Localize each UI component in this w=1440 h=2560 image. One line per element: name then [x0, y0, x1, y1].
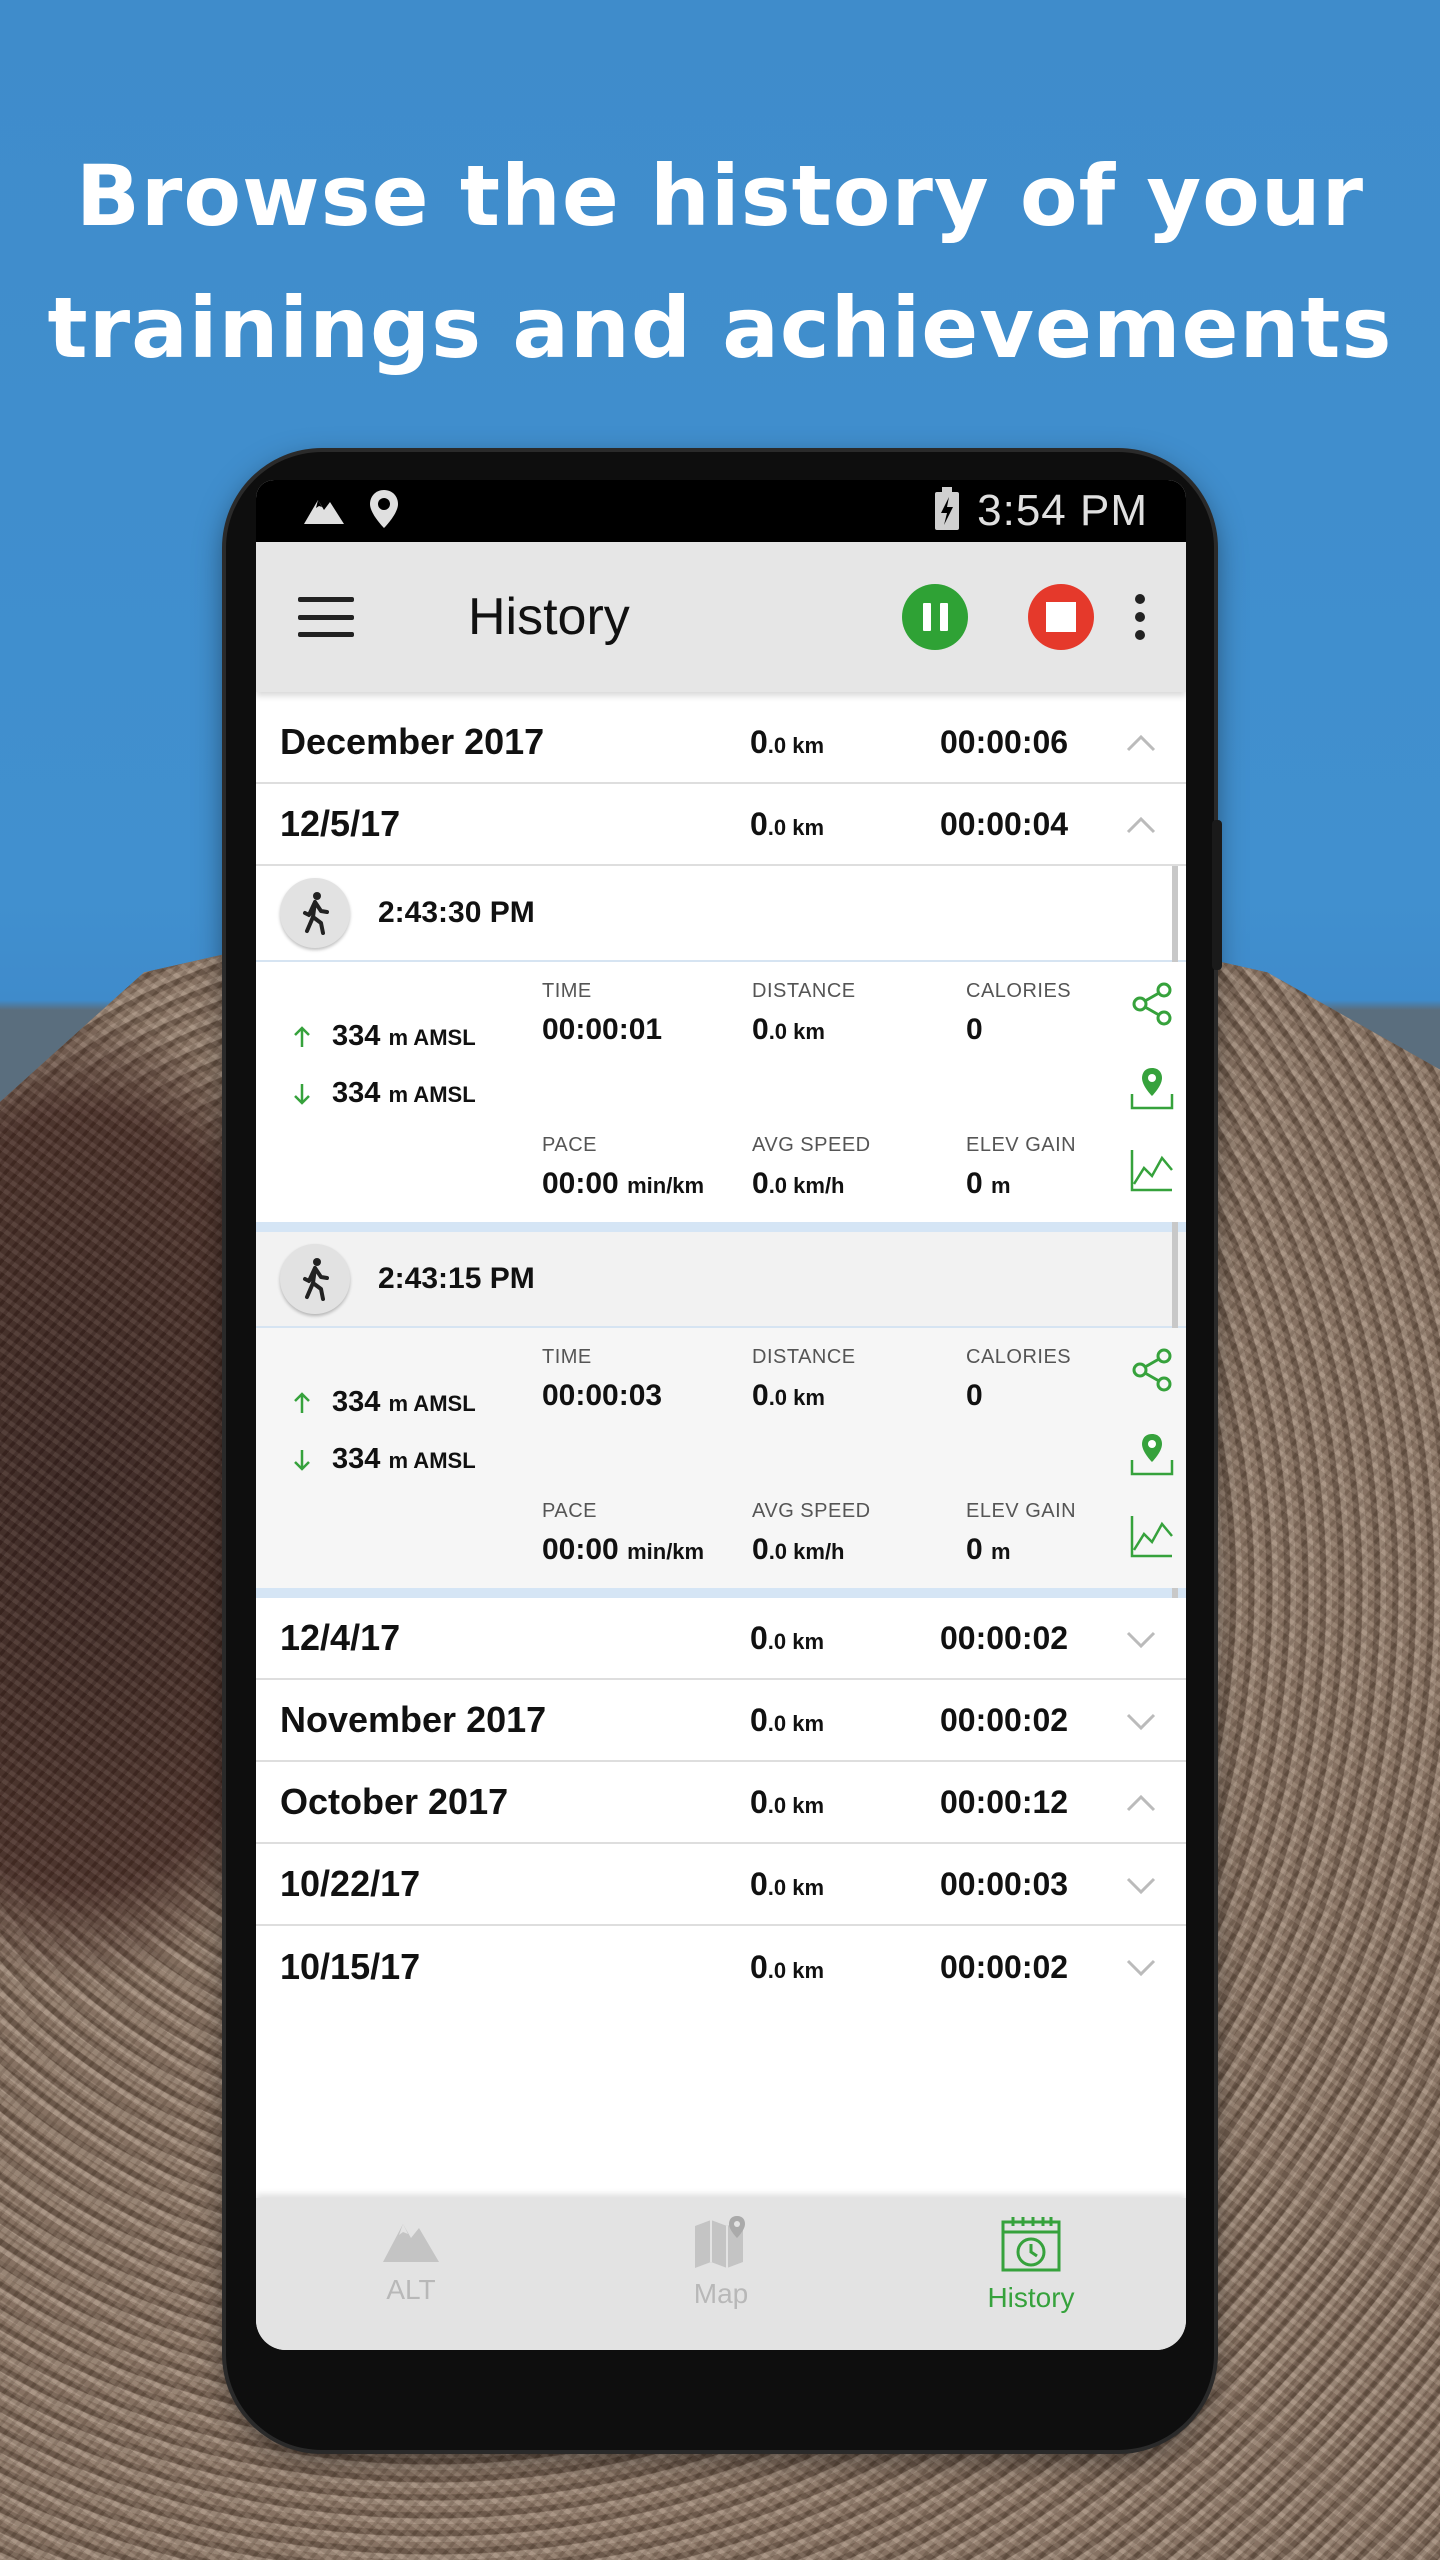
page-title: History — [468, 588, 630, 646]
chevron-up-icon[interactable] — [1126, 810, 1156, 840]
battery-charging-icon — [933, 486, 961, 536]
altitude-max: 334 m AMSL — [292, 1020, 476, 1053]
stat-pace: PACE 00:00 min/km — [542, 1500, 705, 1566]
hamburger-menu-icon[interactable] — [298, 597, 354, 637]
pause-icon — [922, 603, 931, 631]
session-start-time: 2:43:30 PM — [378, 896, 535, 929]
session-start-time: 2:43:15 PM — [378, 1262, 535, 1295]
stat-pace: PACE 00:00 min/km — [542, 1134, 705, 1200]
mountain-icon — [302, 492, 346, 531]
more-vert-icon[interactable] — [1134, 594, 1146, 640]
chevron-down-icon[interactable] — [1126, 1952, 1156, 1982]
arrow-up-icon — [294, 1025, 310, 1047]
stat-time: TIME 00:00:03 — [542, 1346, 663, 1412]
arrow-down-icon — [294, 1083, 310, 1105]
chevron-down-icon[interactable] — [1126, 1706, 1156, 1736]
stat-distance: DISTANCE 0.0 km — [752, 980, 856, 1046]
history-row-month[interactable]: October 2017 0.0 km 00:00:12 — [256, 1762, 1186, 1844]
session-details: 334 m AMSL 334 m AMSL TIME 00:00:03 DISTA… — [256, 1328, 1186, 1588]
session-separator — [256, 1588, 1186, 1598]
history-row-day[interactable]: 10/15/17 0.0 km 00:00:02 — [256, 1926, 1186, 2008]
headline: Browse the history of your trainings and… — [0, 130, 1440, 394]
walking-person-icon — [280, 1244, 350, 1314]
stat-time: TIME 00:00:01 — [542, 980, 663, 1046]
share-icon[interactable] — [1128, 980, 1176, 1028]
altitude-min: 334 m AMSL — [292, 1443, 476, 1476]
location-pin-icon — [368, 488, 400, 535]
nav-item-map[interactable]: Map — [566, 2198, 876, 2350]
mountain-icon — [383, 2224, 439, 2262]
history-row-day[interactable]: 12/4/17 0.0 km 00:00:02 — [256, 1598, 1186, 1680]
stat-elev-gain: ELEV GAIN 0 m — [966, 1500, 1077, 1566]
share-icon[interactable] — [1128, 1346, 1176, 1394]
stat-avg-speed: AVG SPEED 0.0 km/h — [752, 1134, 871, 1200]
stop-icon — [1046, 602, 1076, 632]
stat-distance: DISTANCE 0.0 km — [752, 1346, 856, 1412]
history-row-day[interactable]: 12/5/17 0.0 km 00:00:04 — [256, 784, 1186, 866]
altitude-max: 334 m AMSL — [292, 1386, 476, 1419]
altitude-min: 334 m AMSL — [292, 1077, 476, 1110]
history-list[interactable]: December 2017 0.0 km 00:00:06 12/5/17 0.… — [256, 692, 1186, 2216]
status-bar: 3:54 PM — [256, 480, 1186, 542]
phone-side-button — [1212, 820, 1222, 970]
chevron-down-icon[interactable] — [1126, 1870, 1156, 1900]
nav-item-history[interactable]: History — [876, 2198, 1186, 2350]
chart-line-icon[interactable] — [1128, 1146, 1176, 1194]
history-row-month[interactable]: November 2017 0.0 km 00:00:02 — [256, 1680, 1186, 1762]
phone-screen: 3:54 PM History December 2017 0.0 km 00:… — [256, 480, 1186, 2350]
map-icon — [695, 2216, 745, 2268]
stat-elev-gain: ELEV GAIN 0 m — [966, 1134, 1077, 1200]
chevron-up-icon[interactable] — [1126, 1788, 1156, 1818]
session-header[interactable]: 2:43:15 PM — [256, 1232, 1186, 1328]
session-separator — [256, 1222, 1186, 1232]
walking-person-icon — [280, 878, 350, 948]
map-pin-icon[interactable] — [1128, 1430, 1176, 1478]
stat-calories: CALORIES 0 — [966, 1346, 1072, 1412]
status-clock: 3:54 PM — [977, 486, 1148, 535]
app-bar: History — [256, 542, 1186, 692]
stop-button[interactable] — [1028, 584, 1094, 650]
arrow-down-icon — [294, 1449, 310, 1471]
pause-button[interactable] — [902, 584, 968, 650]
calendar-clock-icon — [1001, 2217, 1061, 2272]
chevron-up-icon[interactable] — [1126, 728, 1156, 758]
nav-item-alt[interactable]: ALT — [256, 2198, 566, 2350]
stat-avg-speed: AVG SPEED 0.0 km/h — [752, 1500, 871, 1566]
chevron-down-icon[interactable] — [1126, 1624, 1156, 1654]
bottom-navigation: ALT Map History — [256, 2198, 1186, 2350]
history-row-month[interactable]: December 2017 0.0 km 00:00:06 — [256, 702, 1186, 784]
session-details: 334 m AMSL 334 m AMSL TIME 00:00:01 DISTA… — [256, 962, 1186, 1222]
history-row-day[interactable]: 10/22/17 0.0 km 00:00:03 — [256, 1844, 1186, 1926]
arrow-up-icon — [294, 1391, 310, 1413]
stat-calories: CALORIES 0 — [966, 980, 1072, 1046]
headline-line-1: Browse the history of your — [75, 147, 1365, 245]
map-pin-icon[interactable] — [1128, 1064, 1176, 1112]
session-header[interactable]: 2:43:30 PM — [256, 866, 1186, 962]
chart-line-icon[interactable] — [1128, 1512, 1176, 1560]
headline-line-2: trainings and achievements — [47, 279, 1393, 377]
